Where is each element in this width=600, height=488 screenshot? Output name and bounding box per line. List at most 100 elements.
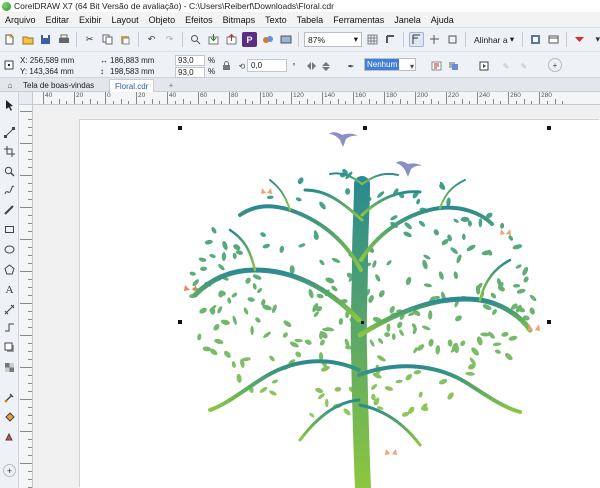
export-icon[interactable] xyxy=(224,32,239,47)
ruler-v-tick xyxy=(28,263,32,264)
tab-welcome-screen[interactable]: Tela de boas-vindas xyxy=(18,79,99,92)
eyedropper-icon[interactable] xyxy=(2,390,17,405)
ruler-origin[interactable] xyxy=(19,92,33,105)
copy-icon[interactable] xyxy=(100,32,115,47)
search-icon[interactable] xyxy=(188,32,203,47)
chevron-down-icon[interactable]: ▾ xyxy=(590,32,600,47)
rectangle-tool-icon[interactable] xyxy=(2,222,17,237)
menu-texto[interactable]: Texto xyxy=(260,15,292,25)
smart-fill-icon[interactable] xyxy=(2,430,17,445)
new-tab-icon[interactable]: + xyxy=(165,79,177,91)
zoom-tool-icon[interactable] xyxy=(2,164,17,179)
snap-to-guides-icon[interactable] xyxy=(427,32,442,47)
menu-layout[interactable]: Layout xyxy=(107,15,144,25)
lock-ratio-icon[interactable] xyxy=(220,60,232,72)
drawing-page[interactable] xyxy=(80,120,600,488)
ellipse-tool-icon[interactable] xyxy=(2,242,17,257)
polygon-tool-icon[interactable] xyxy=(2,262,17,277)
crop-tool-icon[interactable] xyxy=(2,144,17,159)
options-icon[interactable] xyxy=(528,32,543,47)
print-icon[interactable] xyxy=(56,32,71,47)
shape-tool-icon[interactable] xyxy=(2,125,17,140)
text-tool-icon[interactable]: A xyxy=(2,282,17,297)
save-icon[interactable] xyxy=(38,32,53,47)
pick-tool-icon[interactable] xyxy=(2,97,17,112)
paste-icon[interactable] xyxy=(118,32,133,47)
menu-janela[interactable]: Janela xyxy=(389,15,426,25)
selection-handle-top-left[interactable] xyxy=(178,126,182,130)
application-launcher-icon[interactable] xyxy=(546,32,561,47)
snap-to-grid-icon[interactable] xyxy=(409,32,424,47)
object-origin-icon[interactable] xyxy=(3,59,15,71)
add-icon[interactable]: + xyxy=(548,58,562,72)
add-tool-icon[interactable]: + xyxy=(3,464,16,477)
document-tab-strip: ⌂ Tela de boas-vindas Floral.cdr + xyxy=(0,78,600,92)
text-wrap-icon[interactable] xyxy=(430,60,442,72)
mirror-vertical-icon[interactable] xyxy=(320,60,332,72)
quick-customize-icon[interactable] xyxy=(478,60,490,72)
tab-scroll-icon[interactable]: ⌂ xyxy=(4,79,16,91)
ruler-h-tick xyxy=(422,101,424,104)
ruler-v-tick xyxy=(28,383,32,384)
menu-exibir[interactable]: Exibir xyxy=(74,15,107,25)
ruler-v-tick xyxy=(28,135,32,136)
import-icon[interactable] xyxy=(206,32,221,47)
grid-icon[interactable] xyxy=(365,32,380,47)
snap-icon[interactable] xyxy=(383,32,398,47)
menu-arquivo[interactable]: Arquivo xyxy=(0,15,41,25)
break-apart-icon[interactable]: ✎ xyxy=(518,60,530,72)
x-position-field[interactable]: X: 256,589 mm xyxy=(20,56,74,65)
toolbox: A + xyxy=(0,92,19,488)
to-front-icon[interactable] xyxy=(447,60,459,72)
menu-ferramentas[interactable]: Ferramentas xyxy=(328,15,389,25)
freehand-tool-icon[interactable] xyxy=(2,183,17,198)
mirror-horizontal-icon[interactable] xyxy=(305,60,317,72)
ruler-h-label: 280 xyxy=(541,92,552,99)
ruler-h-tick xyxy=(190,101,192,104)
menu-bitmaps[interactable]: Bitmaps xyxy=(218,15,261,25)
connector-tool-icon[interactable] xyxy=(2,320,17,335)
selection-handle-top-right[interactable] xyxy=(547,126,551,130)
align-to-button[interactable]: Alinhar a ▾ xyxy=(471,32,517,47)
full-screen-icon[interactable] xyxy=(260,32,275,47)
menu-editar[interactable]: Editar xyxy=(41,15,75,25)
ruler-v-tick xyxy=(28,231,32,232)
ruler-h-label: 20 xyxy=(138,92,146,99)
launch-icon[interactable] xyxy=(572,32,587,47)
y-position-field[interactable]: Y: 143,364 mm xyxy=(20,67,74,76)
publish-icon[interactable]: P xyxy=(242,32,257,47)
new-icon[interactable] xyxy=(2,32,17,47)
width-field[interactable]: 186,883 mm xyxy=(110,56,154,65)
tab-floral-cdr[interactable]: Floral.cdr xyxy=(109,79,155,92)
height-field[interactable]: 198,583 mm xyxy=(110,67,154,76)
rotation-angle-field[interactable]: 0,0 xyxy=(247,59,287,72)
drop-shadow-icon[interactable] xyxy=(2,340,17,355)
snap-to-objects-icon[interactable] xyxy=(445,32,460,47)
cut-icon[interactable]: ✂ xyxy=(82,32,97,47)
rulers-icon[interactable] xyxy=(278,32,293,47)
drawing-canvas[interactable] xyxy=(33,105,600,488)
artistic-media-icon[interactable] xyxy=(2,202,17,217)
menu-tabela[interactable]: Tabela xyxy=(292,15,329,25)
floral-tree-artwork[interactable] xyxy=(80,120,600,488)
redo-icon[interactable]: ↷ xyxy=(162,32,177,47)
menu-ajuda[interactable]: Ajuda xyxy=(426,15,459,25)
zoom-level-select[interactable]: 87% ▾ xyxy=(304,32,362,47)
scale-y-field[interactable]: 93,0 xyxy=(175,67,205,78)
menu-efeitos[interactable]: Efeitos xyxy=(180,15,218,25)
parallel-dimension-icon[interactable] xyxy=(2,302,17,317)
scale-x-field[interactable]: 93,0 xyxy=(175,55,205,66)
menu-objeto[interactable]: Objeto xyxy=(144,15,181,25)
horizontal-ruler[interactable]: 40 20 0 20 40 60 80 100 120 140 160 180 200 220 240 260… xyxy=(33,92,600,105)
leaf xyxy=(236,373,242,383)
selection-handle-top-center[interactable] xyxy=(363,126,367,130)
toolbar-separator xyxy=(76,32,77,47)
selection-handle-middle-left[interactable] xyxy=(178,320,182,324)
open-icon[interactable] xyxy=(20,32,35,47)
combine-icon[interactable]: ✎ xyxy=(500,60,512,72)
interactive-fill-icon[interactable] xyxy=(2,410,17,425)
undo-icon[interactable]: ↶ xyxy=(144,32,159,47)
transparency-icon[interactable] xyxy=(2,360,17,375)
selection-handle-middle-right[interactable] xyxy=(547,320,551,324)
vertical-ruler[interactable] xyxy=(19,105,33,488)
